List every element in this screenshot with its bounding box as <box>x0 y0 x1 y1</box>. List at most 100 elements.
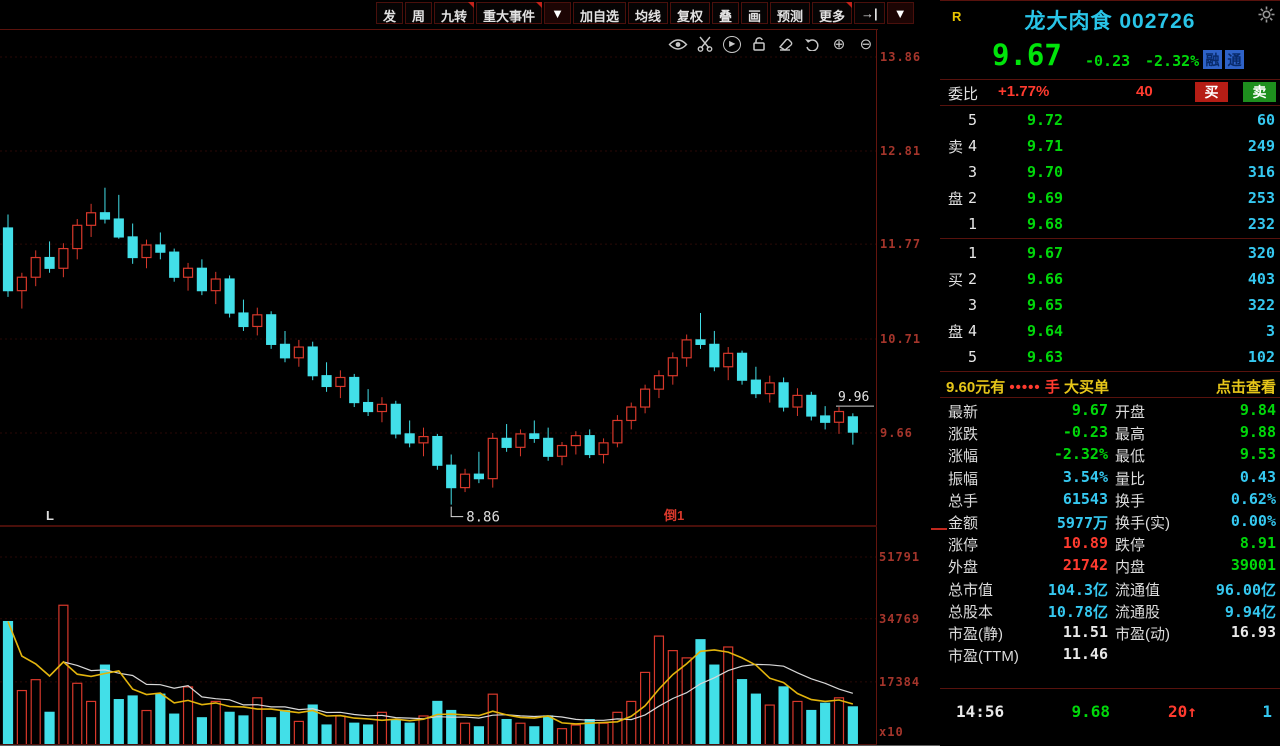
sell-level-row[interactable]: 3 9.70 316 <box>940 159 1280 185</box>
settings-gear-icon[interactable] <box>1258 6 1275 28</box>
sell-levels: 5 9.72 60 卖 4 9.71 249 3 9.70 316 盘 2 9.69 253 1 9.68 23… <box>940 107 1280 237</box>
ticker-message: 大买单 <box>1064 379 1110 396</box>
level-volume: 102 <box>1247 348 1275 366</box>
stat-label: 换手 <box>1115 492 1146 510</box>
stat-value: 96.00亿 <box>1215 580 1276 599</box>
stat-label: 涨幅 <box>948 448 979 466</box>
level-number: 4 <box>968 322 978 340</box>
stat-value: -2.32% <box>1053 445 1108 464</box>
stat-row: 涨跌 -0.23 最高 9.88 <box>940 423 1280 445</box>
sell-level-row[interactable]: 盘 2 9.69 253 <box>940 185 1280 211</box>
toolbar-item-2[interactable]: 周 <box>405 2 433 24</box>
stat-row: 市盈(TTM) 11.46 <box>940 645 1280 667</box>
level-number: 3 <box>968 163 978 181</box>
stat-row: 振幅 3.54% 量比 0.43 <box>940 468 1280 490</box>
indicator-badges: 融通 <box>1203 50 1247 70</box>
toolbar-item-3[interactable]: 九转 <box>434 2 475 24</box>
stat-value: 10.78亿 <box>1047 602 1108 621</box>
level-number: 2 <box>968 189 978 207</box>
stats-grid: 最新 9.67 开盘 9.84 涨跌 -0.23 最高 9.88 涨幅 -2.32% 最低 9.53 振… <box>940 401 1280 671</box>
quote-panel: R 龙大肉食 002726 9.67 -0.23 -2.32% 融通 委比 +1… <box>931 0 1280 746</box>
level-volume: 3 <box>1265 322 1275 340</box>
last-tick-time: 14:56 <box>956 702 1005 721</box>
stat-label: 内盘 <box>1115 559 1146 577</box>
toolbar-item-1[interactable]: 发 <box>376 2 404 24</box>
stat-value: 61543 <box>1062 489 1108 508</box>
level-number: 1 <box>968 244 978 262</box>
corner-l-marker: L <box>46 508 54 523</box>
level-price: 9.67 <box>1026 244 1064 262</box>
svg-text:8.86: 8.86 <box>466 510 500 525</box>
buy-level-row[interactable]: 5 9.63 102 <box>940 344 1280 370</box>
level-volume: 232 <box>1247 215 1275 233</box>
price-axis-label: 12.81 <box>880 144 922 158</box>
stat-label: 最低 <box>1115 448 1146 466</box>
buy-level-row[interactable]: 1 9.67 320 <box>940 240 1280 266</box>
stat-value: 104.3亿 <box>1047 580 1108 599</box>
stat-row: 涨幅 -2.32% 最低 9.53 <box>940 445 1280 467</box>
stat-value: 9.67 <box>1071 401 1108 419</box>
weibi-value: +1.77% <box>998 83 1050 100</box>
stat-value: 8.91 <box>1239 534 1276 553</box>
stat-value: 9.84 <box>1239 401 1276 419</box>
toolbar-item-14[interactable]: ▼ <box>886 2 914 24</box>
ticker-masked: ••••• <box>1009 379 1041 396</box>
sell-level-row[interactable]: 卖 4 9.71 249 <box>940 133 1280 159</box>
toolbar-item-10[interactable]: 画 <box>741 2 769 24</box>
stat-label: 开盘 <box>1115 404 1146 421</box>
volume-chart[interactable] <box>0 527 877 745</box>
stat-value: 9.94亿 <box>1224 602 1276 621</box>
level-number: 5 <box>968 348 978 366</box>
price-change-pct: -2.32% <box>1145 52 1200 70</box>
buy-level-row[interactable]: 买 2 9.66 403 <box>940 266 1280 292</box>
level-number: 5 <box>968 111 978 129</box>
stat-value: 10.89 <box>1062 534 1108 553</box>
stat-label: 总市值 <box>948 581 994 599</box>
toolbar-item-4[interactable]: 重大事件 <box>476 2 543 24</box>
stat-row: 市盈(静) 11.51 市盈(动) 16.93 <box>940 623 1280 645</box>
stat-value: 9.53 <box>1239 445 1276 464</box>
toolbar-item-13[interactable]: →| <box>854 2 885 24</box>
toolbar-item-8[interactable]: 复权 <box>669 2 710 24</box>
stat-label: 振幅 <box>948 470 979 488</box>
toolbar-item-7[interactable]: 均线 <box>627 2 668 24</box>
buy-button[interactable]: 买 <box>1195 82 1228 102</box>
candlestick-chart[interactable]: 9.96 8.86 <box>0 30 877 525</box>
pane-divider <box>0 525 877 527</box>
buy-level-row[interactable]: 3 9.65 322 <box>940 292 1280 318</box>
toolbar-item-9[interactable]: 叠 <box>711 2 739 24</box>
level-volume: 316 <box>1247 163 1275 181</box>
stat-value: -0.23 <box>1062 423 1108 442</box>
stat-value: 0.00% <box>1230 512 1276 530</box>
level-volume: 253 <box>1247 189 1275 207</box>
ticker-view-link[interactable]: 点击查看 <box>1216 376 1276 397</box>
toolbar-item-12[interactable]: 更多 <box>812 2 853 24</box>
level-volume: 249 <box>1247 137 1275 155</box>
toolbar-item-11[interactable]: 预测 <box>770 2 811 24</box>
stat-label: 量比 <box>1115 470 1146 488</box>
stat-label: 金额 <box>948 515 979 532</box>
weicha-value: 40 <box>1136 83 1153 100</box>
stat-label: 最高 <box>1115 426 1146 444</box>
price-axis-label: 11.77 <box>880 237 922 252</box>
sell-button[interactable]: 卖 <box>1243 82 1276 102</box>
buy-level-row[interactable]: 盘 4 9.64 3 <box>940 318 1280 344</box>
last-tick-lots: 20↑ <box>1168 702 1197 721</box>
volume-axis-unit: x10 <box>879 725 904 739</box>
level-price: 9.68 <box>1026 215 1064 233</box>
stat-row: 总手 61543 换手 0.62% <box>940 490 1280 512</box>
price-axis-label: 9.66 <box>880 426 913 440</box>
stat-value: 0.62% <box>1230 489 1276 508</box>
svg-text:9.96: 9.96 <box>838 390 869 405</box>
axis-border <box>876 30 877 745</box>
level-price: 9.69 <box>1026 189 1064 207</box>
level-volume: 322 <box>1247 296 1275 314</box>
toolbar-item-6[interactable]: 加自选 <box>572 2 626 24</box>
stat-label: 总手 <box>948 492 979 510</box>
toolbar-item-5[interactable]: ▼ <box>544 2 571 24</box>
sell-level-row[interactable]: 1 9.68 232 <box>940 211 1280 237</box>
level-volume: 60 <box>1256 111 1275 129</box>
stat-label: 涨跌 <box>948 426 979 444</box>
sell-level-row[interactable]: 5 9.72 60 <box>940 107 1280 133</box>
stat-value: 16.93 <box>1230 623 1276 641</box>
